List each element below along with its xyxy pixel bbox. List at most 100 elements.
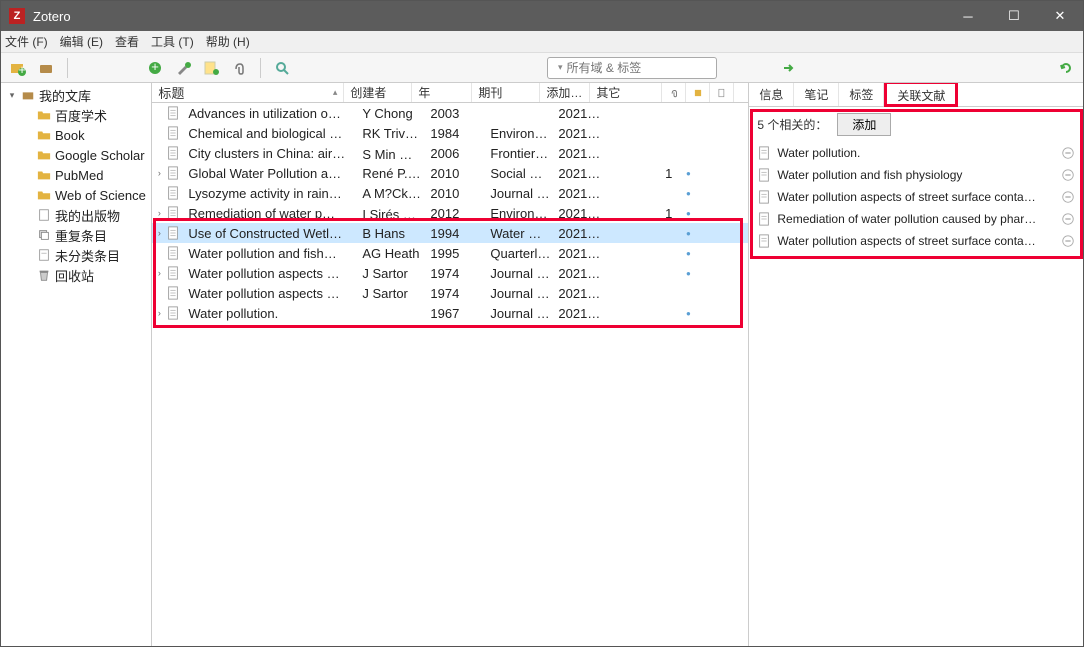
cell-year: 2010 [426,186,486,201]
table-row[interactable]: ›Water pollution.1967Journal -…2021/…● [152,303,748,323]
tab-notes[interactable]: 笔记 [794,83,839,106]
col-title[interactable]: 标题▴ [152,83,344,102]
table-row[interactable]: Chemical and biological …RK Trivedy1984E… [152,123,748,143]
document-icon [757,168,771,182]
new-library-button[interactable] [35,57,57,79]
table-row[interactable]: ›Global Water Pollution a…René P. …2010S… [152,163,748,183]
related-item[interactable]: Water pollution aspects of street surfac… [757,230,1075,252]
new-note-button[interactable] [200,57,222,79]
col-publication[interactable]: 期刊 [472,83,540,102]
cell-publication: Journal (… [486,266,554,281]
tab-tags[interactable]: 标签 [839,83,884,106]
cell-creator: J Sartor [358,266,426,281]
sidebar-item[interactable]: 重复条目 [1,225,151,245]
cell-title: Water pollution. [184,306,358,321]
menu-file[interactable]: 文件 (F) [5,33,48,50]
cell-publication: Journal -… [486,306,554,321]
cell-year: 2010 [426,166,486,181]
related-label: Water pollution and fish physiology [777,168,1055,182]
document-icon [757,234,771,248]
table-row[interactable]: ›Remediation of water p…I Sirés 和 …2012E… [152,203,748,223]
col-year[interactable]: 年 [412,83,472,102]
cell-publication: Water Q… [486,226,554,241]
related-label: Water pollution aspects of street surfac… [777,190,1055,204]
table-row[interactable]: Lysozyme activity in rain…A M?Ck …2010Jo… [152,183,748,203]
cell-publication: Social Sc… [486,166,554,181]
search-box[interactable]: ▾ [547,57,717,79]
cell-creator: A M?Ck … [358,186,426,201]
col-extra1[interactable] [686,83,710,102]
related-label: Remediation of water pollution caused by… [777,212,1055,226]
sidebar-item[interactable]: 回收站 [1,265,151,285]
maximize-button[interactable]: ☐ [991,1,1037,31]
sidebar-item[interactable]: 未分类条目 [1,245,151,265]
cell-date: 2021/… [554,106,604,121]
remove-icon[interactable] [1061,168,1075,182]
new-collection-button[interactable]: + [7,57,29,79]
table-row[interactable]: Water pollution and fish…AG Heath1995Qua… [152,243,748,263]
menu-help[interactable]: 帮助 (H) [206,33,250,50]
sidebar-item-label: Book [55,128,85,143]
col-extra2[interactable] [710,83,734,102]
cell-title: Water pollution aspects … [184,266,358,281]
sidebar-item[interactable]: PubMed [1,165,151,185]
cell-attachment: ● [676,249,700,258]
attach-button[interactable] [228,57,250,79]
advanced-search-button[interactable] [271,57,293,79]
remove-icon[interactable] [1061,234,1075,248]
remove-icon[interactable] [1061,190,1075,204]
menu-edit[interactable]: 编辑 (E) [60,33,103,50]
sidebar-item-label: PubMed [55,168,103,183]
col-other[interactable]: 其它 [590,83,662,102]
related-item[interactable]: Water pollution. [757,142,1075,164]
cell-date: 2021/… [554,126,604,141]
cell-attachment: ● [676,309,700,318]
sidebar-item[interactable]: Web of Science [1,185,151,205]
tab-info[interactable]: 信息 [749,83,794,106]
col-date-added[interactable]: 添加… [540,83,590,102]
sidebar-item[interactable]: Google Scholar [1,145,151,165]
table-row[interactable]: City clusters in China: air…S Min 等。2006… [152,143,748,163]
menu-view[interactable]: 查看 [115,33,139,50]
col-creator[interactable]: 创建者 [344,83,412,102]
cell-attachment: ● [676,269,700,278]
sync-button[interactable] [1055,57,1077,79]
search-input[interactable] [567,61,722,75]
sidebar-item-label: Google Scholar [55,148,145,163]
cell-creator: I Sirés 和 … [358,204,426,223]
table-row[interactable]: ›Water pollution aspects …J Sartor1974Jo… [152,263,748,283]
cell-creator: Y Chong [358,106,426,121]
sidebar-item[interactable]: 我的出版物 [1,205,151,225]
table-row[interactable]: ›Use of Constructed Wetl…B Hans1994Water… [152,223,748,243]
cell-publication: Environ… [486,126,554,141]
locate-button[interactable] [779,57,801,79]
sidebar: ▾我的文库百度学术 Book Google Scholar PubMed Web of … [1,83,152,646]
table-row[interactable]: Water pollution aspects …J Sartor1974Jou… [152,283,748,303]
remove-icon[interactable] [1061,212,1075,226]
cell-title: Chemical and biological … [184,126,358,141]
svg-text:+: + [151,60,159,74]
remove-icon[interactable] [1061,146,1075,160]
tab-related[interactable]: 关联文献 [884,83,958,107]
close-button[interactable]: ✕ [1037,1,1083,31]
related-item[interactable]: Water pollution aspects of street surfac… [757,186,1075,208]
cell-creator: RK Trivedy [358,126,426,141]
sidebar-item-label: 我的文库 [39,86,91,105]
sidebar-item[interactable]: ▾我的文库 [1,85,151,105]
app-logo: Z [9,8,25,24]
add-by-id-button[interactable] [172,57,194,79]
minimize-button[interactable]: ─ [945,1,991,31]
related-item[interactable]: Water pollution and fish physiology [757,164,1075,186]
cell-year: 1974 [426,266,486,281]
sidebar-item[interactable]: 百度学术 [1,105,151,125]
cell-attachment: ● [676,169,700,178]
related-item[interactable]: Remediation of water pollution caused by… [757,208,1075,230]
add-related-button[interactable]: 添加 [837,113,891,136]
new-item-button[interactable]: + [144,57,166,79]
col-attachment[interactable] [662,83,686,102]
cell-year: 1995 [426,246,486,261]
table-row[interactable]: Advances in utilization o…Y Chong2003202… [152,103,748,123]
menu-tools[interactable]: 工具 (T) [151,33,194,50]
sidebar-item[interactable]: Book [1,125,151,145]
cell-creator: René P. … [358,166,426,181]
